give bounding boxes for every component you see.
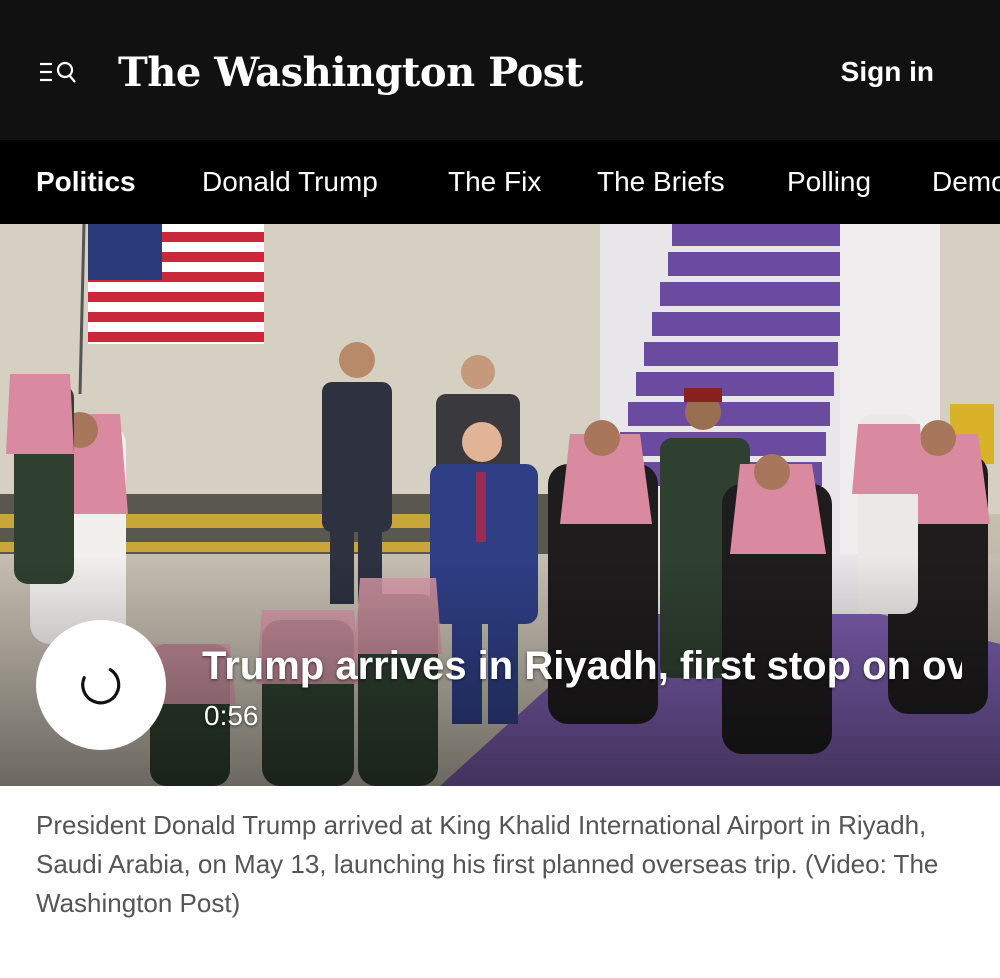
video-duration: 0:56 [204,700,259,731]
site-logo[interactable]: The Washington Post [118,38,583,108]
sign-in-button[interactable]: Sign in [841,52,934,92]
site-header: The Washington Post Sign in [0,0,1000,140]
video-title[interactable]: Trump arrives in Riyadh, first stop on o… [202,638,962,694]
section-nav: Politics Donald Trump The Fix The Briefs… [0,140,1000,224]
loading-spinner-icon [81,668,121,705]
video-player[interactable]: Trump arrives in Riyadh, first stop on o… [0,224,1000,786]
nav-item-democracy[interactable]: Democracy Dies [932,140,1000,224]
nav-item-polling[interactable]: Polling [787,140,871,224]
menu-search-icon[interactable] [38,58,80,88]
nav-item-the-briefs[interactable]: The Briefs [597,140,725,224]
nav-item-politics[interactable]: Politics [36,140,136,224]
nav-item-the-fix[interactable]: The Fix [448,140,541,224]
nav-item-donald-trump[interactable]: Donald Trump [202,140,378,224]
video-caption: President Donald Trump arrived at King K… [36,810,939,918]
play-button[interactable] [36,620,166,750]
